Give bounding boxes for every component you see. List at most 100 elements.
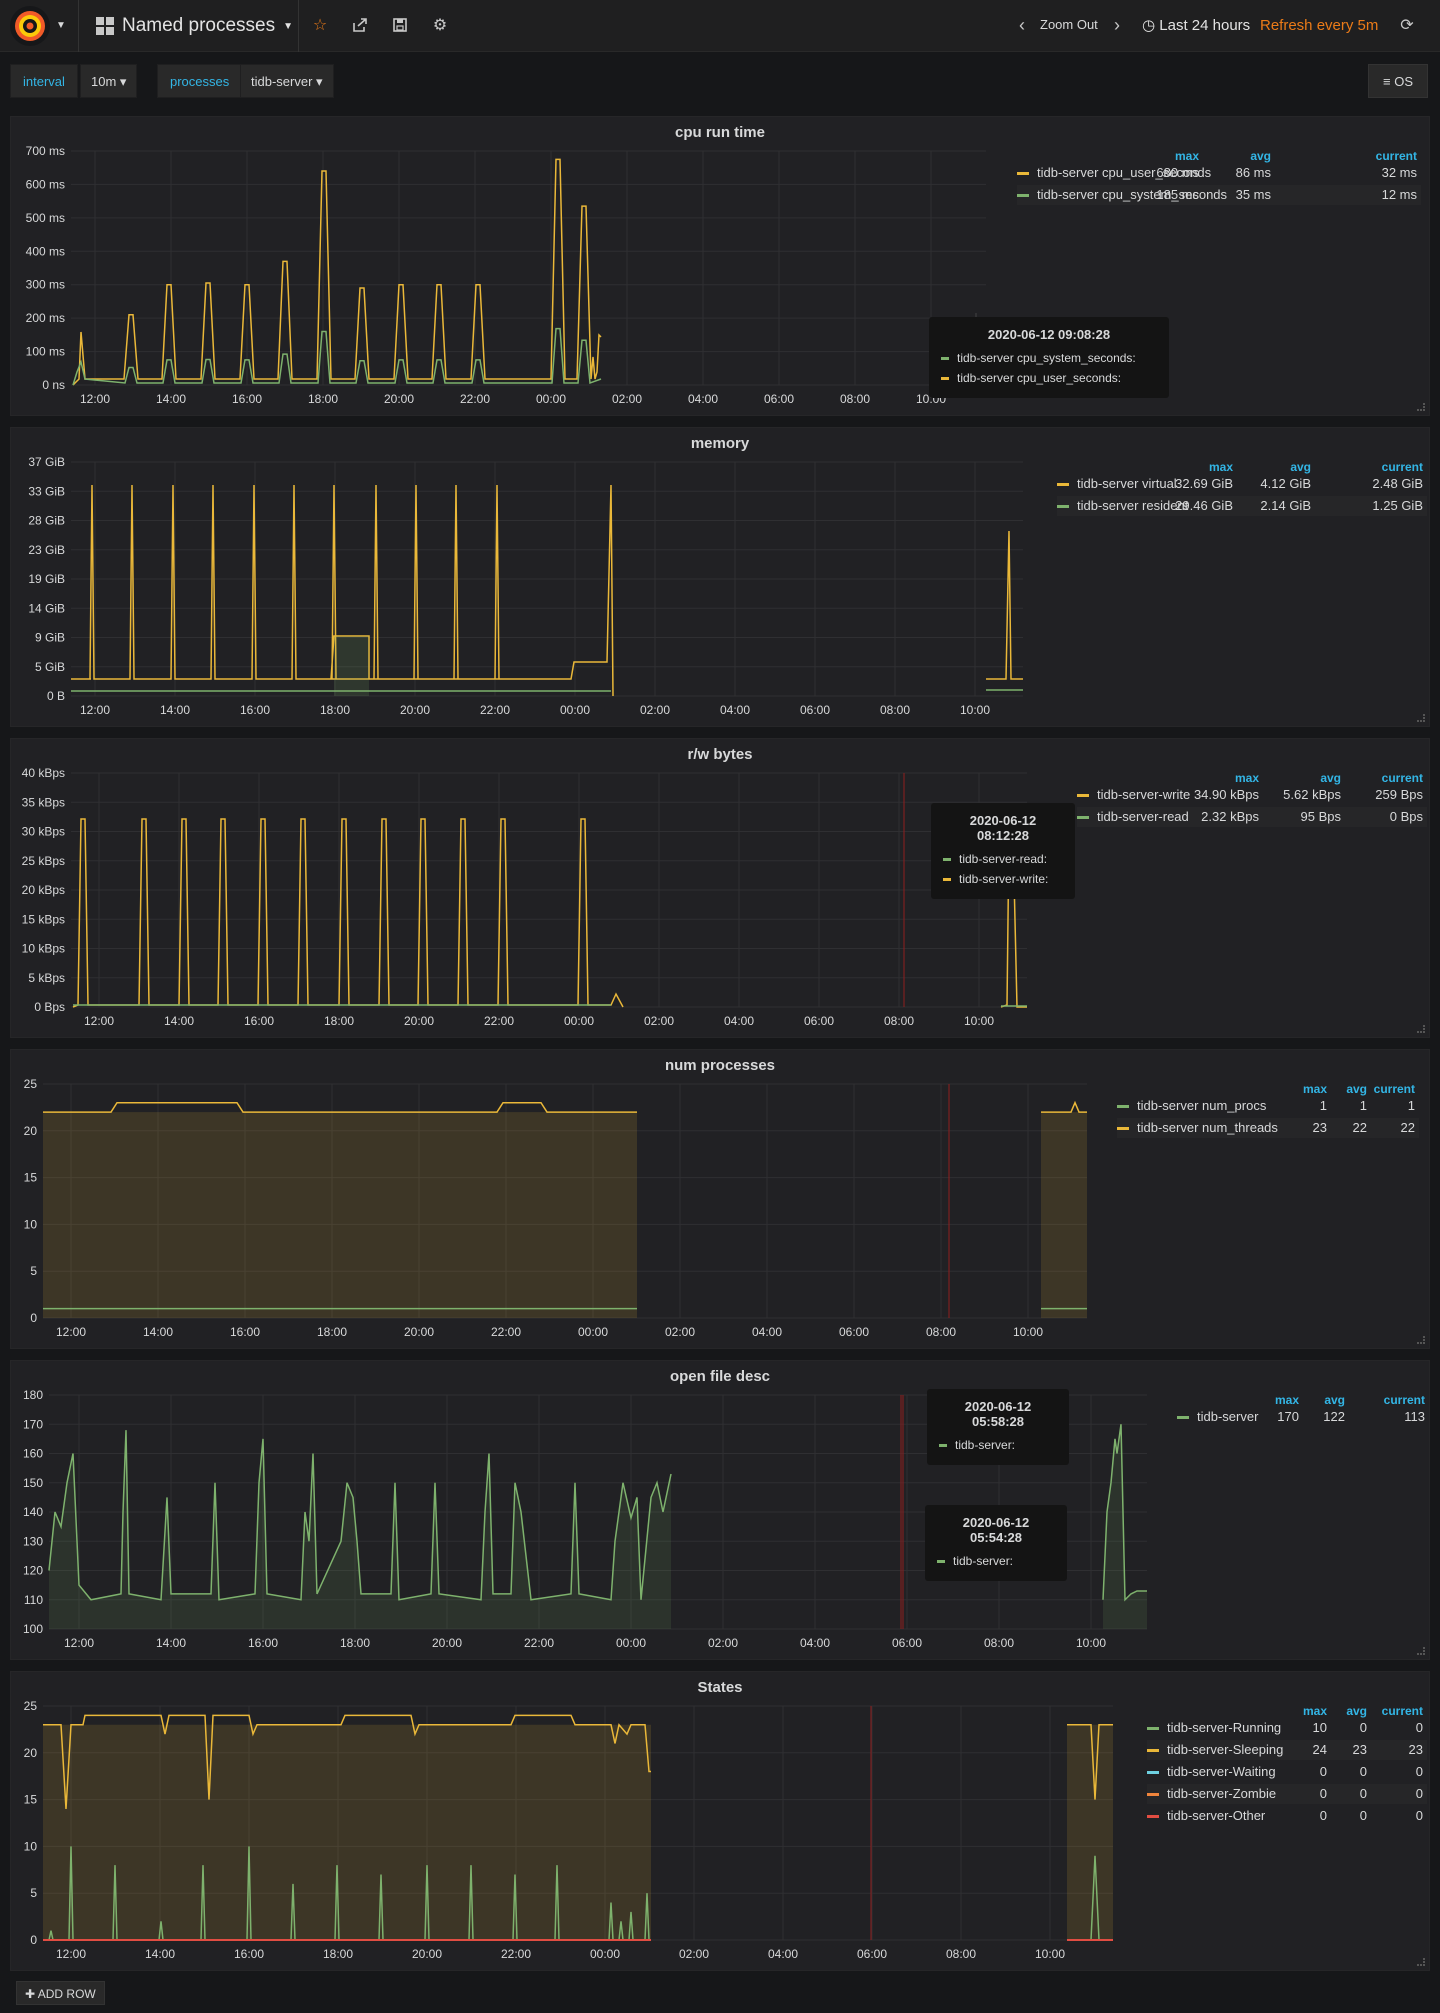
series-line-write[interactable] — [72, 818, 1027, 1008]
legend-item[interactable]: tidb-server 170 122 113 — [1177, 1407, 1429, 1427]
legend-header-max[interactable]: max — [1129, 149, 1199, 163]
legend-header-avg[interactable]: avg — [1271, 771, 1341, 785]
legend-max-value: 2.32 kBps — [1201, 809, 1259, 824]
legend-header-avg[interactable]: avg — [1275, 1393, 1345, 1407]
num-processes-graph[interactable]: 0 5 10 15 20 25 12:00 14:00 16:00 18:00 20:00 22:00… — [11, 1050, 1431, 1350]
legend-item[interactable]: tidb-server cpu_user_seconds 680 ms 86 ms 3… — [1017, 163, 1421, 183]
y-tick-label: 14 GiB — [28, 601, 65, 615]
series-line-resident[interactable] — [71, 689, 1023, 692]
chevron-right-icon[interactable]: › — [1106, 14, 1128, 36]
legend-item[interactable]: tidb-server-Waiting 0 0 0 — [1147, 1762, 1427, 1782]
series-line-tidb-server[interactable] — [48, 1430, 672, 1601]
legend-item[interactable]: tidb-server cpu_system_seconds 185 ms 35 m… — [1017, 185, 1421, 205]
open-file-desc-graph[interactable]: 100 110 120 130 140 150 160 170 180 12:00 14:00 16:… — [11, 1361, 1431, 1661]
x-tick-label: 22:00 — [501, 1947, 531, 1961]
legend-item[interactable]: tidb-server-read 2.32 kBps 95 Bps 0 Bps — [1077, 807, 1427, 827]
legend-color-swatch — [1117, 1127, 1129, 1131]
zoom-out-button[interactable]: Zoom Out — [1040, 17, 1098, 32]
y-tick-label: 20 kBps — [22, 883, 65, 897]
share-icon[interactable] — [349, 14, 371, 36]
legend-header-current[interactable]: current — [1353, 771, 1423, 785]
os-link-button[interactable]: ≡ OS — [1368, 64, 1428, 98]
legend-item[interactable]: tidb-server resident 29.46 GiB 2.14 GiB 1.2… — [1057, 496, 1427, 516]
y-tick-label: 600 ms — [26, 177, 65, 191]
legend-current-value: 1 — [1407, 1098, 1415, 1113]
legend-avg-value: 122 — [1323, 1409, 1345, 1424]
y-tick-label: 180 — [23, 1388, 43, 1402]
series-line-virtual[interactable] — [71, 484, 1023, 697]
series-line-read[interactable] — [73, 1004, 1027, 1007]
legend-color-swatch — [1017, 172, 1029, 176]
resize-handle[interactable] — [1417, 1647, 1425, 1655]
refresh-interval-label[interactable]: Refresh every 5m — [1260, 17, 1378, 34]
x-tick-label: 16:00 — [244, 1014, 274, 1028]
x-tick-label: 04:00 — [768, 1947, 798, 1961]
legend-color-swatch — [1057, 483, 1069, 487]
resize-handle[interactable] — [1417, 1336, 1425, 1344]
resize-handle[interactable] — [1417, 1025, 1425, 1033]
x-tick-label: 18:00 — [317, 1325, 347, 1339]
interval-variable-dropdown[interactable]: 10m ▾ — [80, 64, 138, 98]
y-tick-label: 0 — [30, 1933, 37, 1947]
legend-avg-value: 2.14 GiB — [1260, 498, 1311, 513]
tooltip-row: tidb-server cpu_user_seconds: — [941, 368, 1157, 388]
tooltip-time: 2020-06-12 05:58:28 — [964, 1399, 1032, 1429]
legend-item[interactable]: tidb-server num_procs 1 1 1 — [1117, 1096, 1419, 1116]
x-tick-label: 18:00 — [308, 392, 338, 406]
legend-header-current[interactable]: current — [1345, 1082, 1415, 1096]
x-tick-label: 22:00 — [491, 1325, 521, 1339]
legend-avg-value: 5.62 kBps — [1283, 787, 1341, 802]
x-tick-label: 12:00 — [80, 703, 110, 717]
y-tick-label: 23 GiB — [28, 543, 65, 557]
y-tick-label: 100 — [23, 1622, 43, 1636]
legend-header-avg[interactable]: avg — [1241, 460, 1311, 474]
gear-icon[interactable]: ⚙ — [429, 14, 451, 36]
chevron-left-icon[interactable]: ‹ — [1011, 14, 1033, 36]
tooltip-row: tidb-server: — [937, 1551, 1055, 1571]
resize-handle[interactable] — [1417, 1958, 1425, 1966]
series-line-num-threads[interactable] — [43, 1100, 1087, 1113]
legend-item[interactable]: tidb-server virtual 32.69 GiB 4.12 GiB 2.48… — [1057, 474, 1427, 494]
legend-header-max[interactable]: max — [1163, 460, 1233, 474]
panel-memory: memory 0 B5 GiB 9 GiB 14 GiB 19 GiB 23 GiB 28… — [10, 427, 1430, 727]
legend-header-max[interactable]: max — [1189, 771, 1259, 785]
y-tick-label: 28 GiB — [28, 514, 65, 528]
legend-item[interactable]: tidb-server num_threads 23 22 22 — [1117, 1118, 1419, 1138]
legend-header-avg[interactable]: avg — [1201, 149, 1271, 163]
legend-current-value: 32 ms — [1381, 165, 1417, 180]
grafana-logo-icon[interactable] — [10, 6, 50, 46]
refresh-icon[interactable]: ⟳ — [1396, 14, 1418, 36]
legend-current-value: 259 Bps — [1375, 787, 1423, 802]
resize-handle[interactable] — [1417, 714, 1425, 722]
legend-header-current[interactable]: current — [1353, 1704, 1423, 1718]
legend-header-current[interactable]: current — [1355, 1393, 1425, 1407]
y-tick-label: 0 B — [47, 689, 65, 703]
legend-header-current[interactable]: current — [1347, 149, 1417, 163]
legend-color-swatch — [1147, 1749, 1159, 1753]
time-picker[interactable]: ◷ Last 24 hours — [1142, 16, 1250, 34]
x-tick-label: 20:00 — [384, 392, 414, 406]
star-icon[interactable]: ☆ — [309, 14, 331, 36]
resize-handle[interactable] — [1417, 403, 1425, 411]
area-fill — [43, 1724, 651, 1940]
x-tick-label: 10:00 — [964, 1014, 994, 1028]
legend-item[interactable]: tidb-server-write 34.90 kBps 5.62 kBps 259 … — [1077, 785, 1427, 805]
legend-color-swatch — [1057, 505, 1069, 509]
series-line-cpu-system[interactable] — [72, 327, 602, 386]
legend-item[interactable]: tidb-server-Sleeping 24 23 23 — [1147, 1740, 1427, 1760]
y-tick-label: 120 — [23, 1564, 43, 1578]
legend-item[interactable]: tidb-server-Other 0 0 0 — [1147, 1806, 1427, 1826]
save-icon[interactable] — [389, 14, 411, 36]
legend-item[interactable]: tidb-server-Running 10 0 0 — [1147, 1718, 1427, 1738]
legend-color-swatch — [1077, 794, 1089, 798]
legend-current-value: 0 — [1415, 1764, 1423, 1779]
legend-item[interactable]: tidb-server-Zombie 0 0 0 — [1147, 1784, 1427, 1804]
legend-avg-value: 95 Bps — [1300, 809, 1341, 824]
processes-variable-dropdown[interactable]: tidb-server ▾ — [240, 64, 334, 98]
legend-header-current[interactable]: current — [1353, 460, 1423, 474]
dashboard-picker[interactable]: Named processes ▼ — [96, 15, 293, 37]
add-row-button[interactable]: ✚ ADD ROW — [16, 1981, 105, 2005]
legend-color-swatch — [1077, 816, 1089, 820]
x-tick-label: 00:00 — [564, 1014, 594, 1028]
caret-down-icon[interactable]: ▼ — [56, 20, 66, 31]
